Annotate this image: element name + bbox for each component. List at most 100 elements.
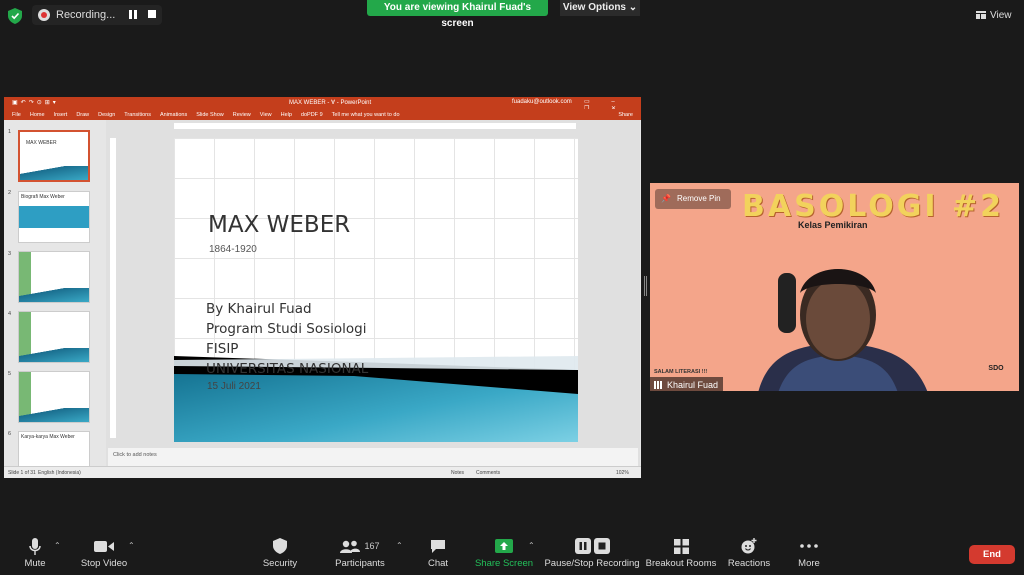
participants-icon <box>340 540 361 553</box>
participants-button[interactable]: 167 Participants <box>332 537 388 569</box>
mute-button[interactable]: Mute <box>14 537 56 569</box>
slide-wave-graphic <box>174 356 578 442</box>
slide-author: By Khairul Fuad <box>206 301 312 317</box>
basologi-subtitle: Kelas Pemikiran <box>798 220 868 230</box>
salam-literasi-text: SALAM LITERASI !!! <box>654 369 708 375</box>
sdo-logo: SDO <box>988 365 1004 372</box>
share-screen-label: Share Screen <box>474 558 534 569</box>
security-button[interactable]: Security <box>258 537 302 569</box>
ribbon-tab[interactable]: Home <box>30 112 45 118</box>
stop-video-button[interactable]: Stop Video <box>78 537 130 569</box>
breakout-rooms-icon <box>673 538 689 554</box>
thumb-wave <box>19 288 89 302</box>
more-label: More <box>798 558 820 569</box>
slide-thumbnail-2[interactable]: Biografi Max Weber <box>18 191 90 243</box>
slide-years: 1864-1920 <box>209 244 257 255</box>
slide-date: 15 Juli 2021 <box>207 381 261 392</box>
ribbon-tab[interactable]: File <box>12 112 21 118</box>
comments-toggle[interactable]: Comments <box>476 470 500 476</box>
ribbon-tab[interactable]: Slide Show <box>196 112 224 118</box>
ribbon-tab[interactable]: Animations <box>160 112 187 118</box>
participant-name: Khairul Fuad <box>667 379 719 390</box>
pause-icon <box>574 538 591 554</box>
share-screen-icon <box>495 539 513 553</box>
more-dots-icon <box>800 544 818 548</box>
notes-pane[interactable]: Click to add notes <box>108 448 638 466</box>
slide-faculty: FISIP <box>206 341 239 357</box>
participant-name-tag: Khairul Fuad <box>650 377 724 391</box>
stop-recording-button[interactable] <box>148 10 156 18</box>
viewing-screen-banner: You are viewing Khairul Fuad's screen <box>367 0 548 29</box>
reactions-button[interactable]: Reactions <box>726 537 772 569</box>
recording-controls-label: Pause/Stop Recording <box>544 558 640 569</box>
remove-pin-button[interactable]: 📌 Remove Pin <box>655 189 731 209</box>
ppt-title-bar: ▣↶↷⊙⊞▾ MAX WEBER - ∀ - PowerPoint fuadak… <box>4 97 641 112</box>
thumb-caption: Biografi Max Weber <box>21 194 65 200</box>
slide-thumbnail-5[interactable] <box>18 371 90 423</box>
ribbon-tab[interactable]: Review <box>233 112 251 118</box>
ppt-account: fuadaku@outlook.com <box>512 99 572 105</box>
thumb-wave <box>19 348 89 362</box>
view-options-button[interactable]: View Options ⌄ <box>560 0 640 16</box>
participants-options-caret[interactable]: ⌃ <box>396 541 403 550</box>
view-options-label: View Options <box>562 2 626 13</box>
language-indicator[interactable]: English (Indonesia) <box>38 470 81 476</box>
participant-count: 167 <box>364 541 380 551</box>
share-button[interactable]: Share <box>618 112 633 118</box>
share-screen-button[interactable]: Share Screen <box>474 537 534 569</box>
pause-stop-recording-button[interactable]: Pause/Stop Recording <box>544 537 640 569</box>
chat-button[interactable]: Chat <box>422 537 454 569</box>
thumb-wave <box>19 408 89 422</box>
slide-thumbnail-4[interactable] <box>18 311 90 363</box>
slide-thumbnail-1[interactable]: MAX WEBER <box>18 130 90 182</box>
ppt-window-title: MAX WEBER - ∀ - PowerPoint <box>289 100 372 106</box>
shared-screen[interactable]: ▣↶↷⊙⊞▾ MAX WEBER - ∀ - PowerPoint fuadak… <box>4 97 641 478</box>
security-shield-icon <box>8 8 22 24</box>
ribbon-tab[interactable]: Design <box>98 112 115 118</box>
slide-title: MAX WEBER <box>208 212 351 238</box>
ribbon-tab[interactable]: Help <box>281 112 292 118</box>
tell-me-search[interactable]: Tell me what you want to do <box>332 112 400 118</box>
audio-options-caret[interactable]: ⌃ <box>54 541 61 550</box>
thumb-number: 3 <box>8 251 12 257</box>
vertical-ruler <box>110 138 116 438</box>
view-button[interactable]: View <box>976 6 1020 24</box>
ribbon-tab[interactable]: Insert <box>54 112 68 118</box>
participant-video <box>758 269 928 391</box>
chat-label: Chat <box>427 558 449 569</box>
video-tile[interactable]: BASOLOGI #2 Kelas Pemikiran 📌 Remove Pin… <box>650 183 1019 391</box>
split-divider-handle[interactable] <box>644 276 647 296</box>
thumb-number: 4 <box>8 311 12 317</box>
notes-toggle[interactable]: Notes <box>451 470 464 476</box>
view-label: View <box>990 9 1012 21</box>
ribbon-tab[interactable]: doPDF 9 <box>301 112 323 118</box>
end-meeting-button[interactable]: End <box>969 545 1015 564</box>
chevron-down-icon: ⌄ <box>628 2 638 13</box>
ribbon-tab[interactable]: Transitions <box>124 112 151 118</box>
zoom-level[interactable]: 102% <box>616 470 629 476</box>
video-options-caret[interactable]: ⌃ <box>128 541 135 550</box>
ribbon-tab[interactable]: View <box>260 112 272 118</box>
slide-canvas[interactable]: MAX WEBER 1864-1920 By Khairul Fuad Prog… <box>174 138 578 442</box>
grid-view-icon <box>976 11 986 19</box>
breakout-rooms-button[interactable]: Breakout Rooms <box>644 537 718 569</box>
thumb-band <box>19 206 89 228</box>
smiley-icon <box>741 538 756 554</box>
quick-access-icons: ▣↶↷⊙⊞▾ <box>12 100 59 106</box>
slide-thumbnail-3[interactable] <box>18 251 90 303</box>
stop-icon <box>593 538 610 554</box>
slide-editor[interactable]: MAX WEBER 1864-1920 By Khairul Fuad Prog… <box>106 120 640 466</box>
share-options-caret[interactable]: ⌃ <box>528 541 535 550</box>
basologi-title: BASOLOGI #2 <box>742 189 1004 224</box>
thumb-wave <box>20 166 88 180</box>
pin-icon: 📌 <box>661 194 671 203</box>
ribbon-tab[interactable]: Draw <box>76 112 89 118</box>
pause-recording-button[interactable] <box>129 10 137 19</box>
mute-label: Mute <box>24 558 46 569</box>
more-button[interactable]: More <box>792 537 826 569</box>
remove-pin-label: Remove Pin <box>677 194 721 203</box>
thumb-number: 5 <box>8 371 12 377</box>
thumb-number: 1 <box>8 129 12 135</box>
microphone-icon <box>29 537 41 555</box>
slide-thumbnails-pane: 1 MAX WEBER 2 Biografi Max Weber 3 4 5 6… <box>4 120 104 478</box>
